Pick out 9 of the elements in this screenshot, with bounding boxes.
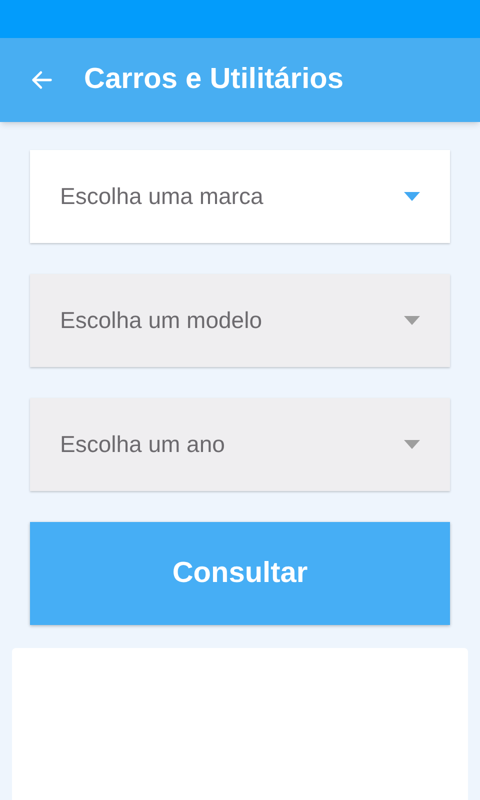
screen-title: Carros e Utilitários — [84, 62, 344, 98]
dropdown-caret-icon — [404, 440, 420, 449]
dropdown-caret-icon — [404, 192, 420, 201]
dropdown-placeholder: Escolha um modelo — [60, 306, 262, 336]
dropdown-caret-icon — [404, 316, 420, 325]
consultar-button[interactable]: Consultar — [30, 522, 450, 625]
dropdown-placeholder: Escolha um ano — [60, 430, 225, 460]
dropdown-placeholder: Escolha uma marca — [60, 182, 264, 212]
dropdown-field[interactable]: Escolha uma marca — [30, 150, 450, 243]
